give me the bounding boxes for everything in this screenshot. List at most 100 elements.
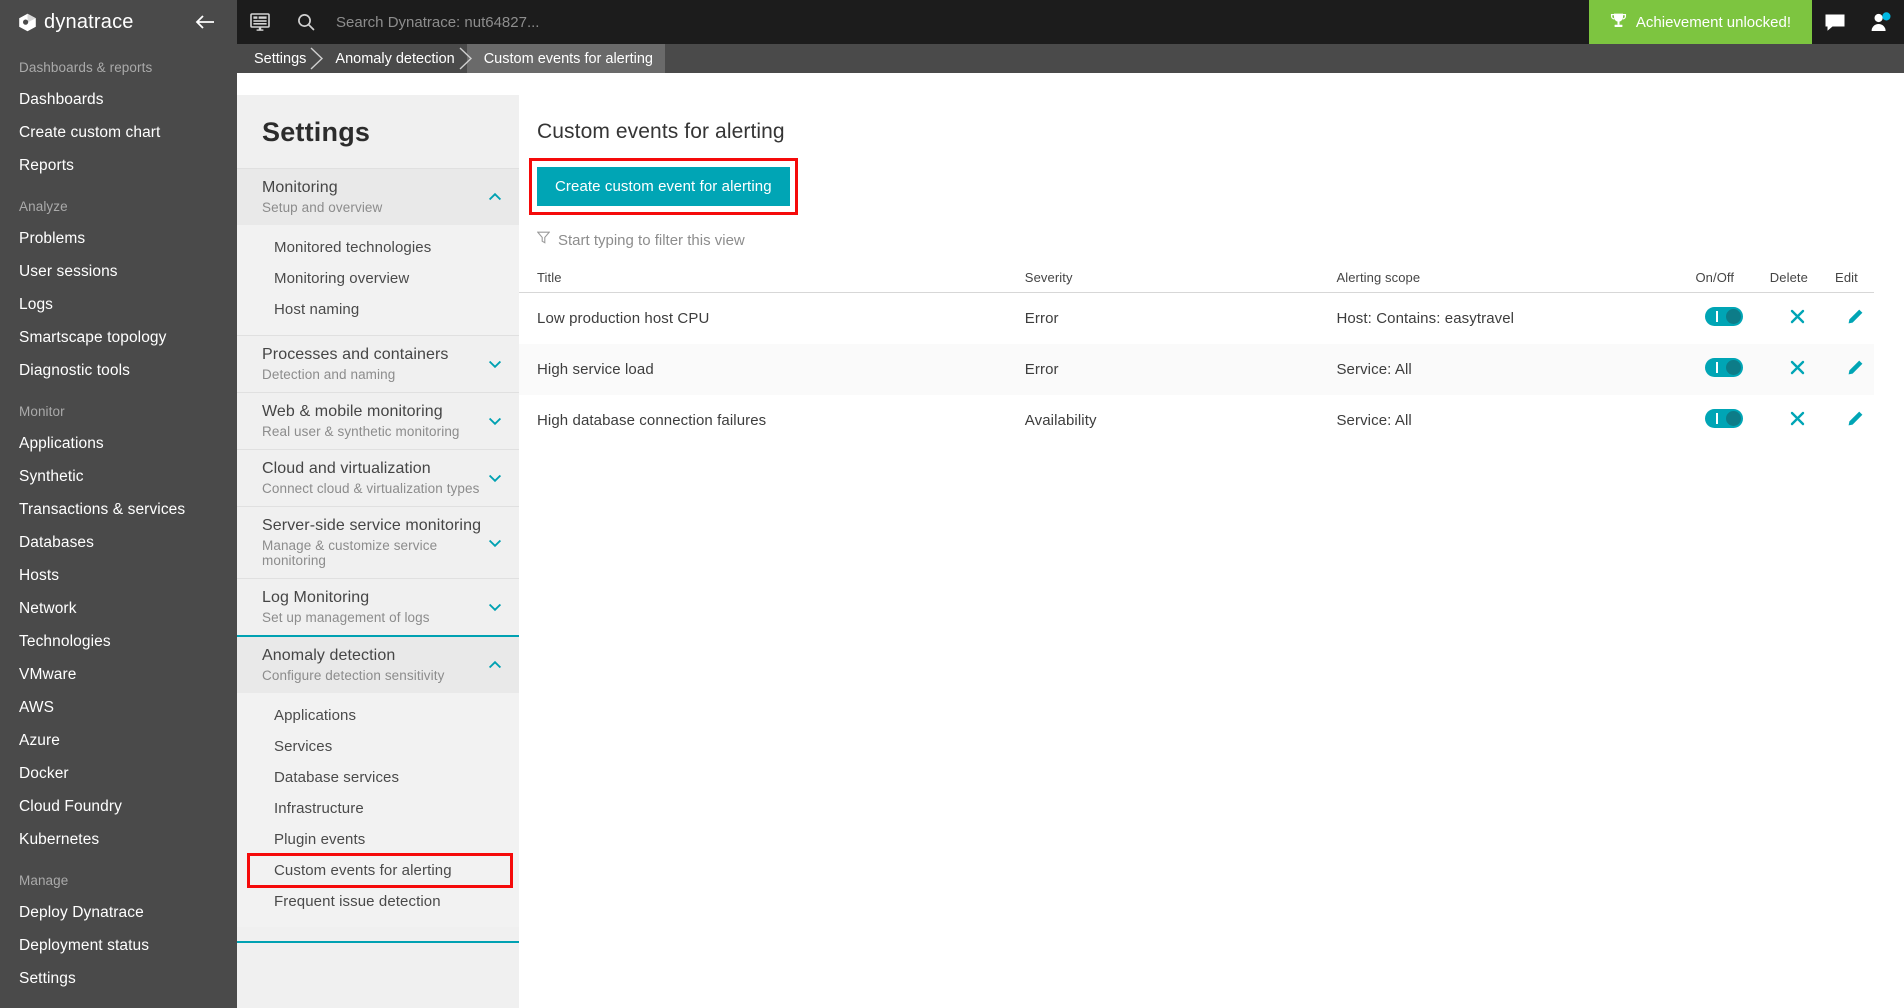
custom-events-table: Title Severity Alerting scope On/Off Del… [519,264,1874,446]
sidebar-item-docker[interactable]: Docker [0,758,237,791]
onoff-toggle[interactable] [1704,307,1743,326]
sidebar-item-deploy-dynatrace[interactable]: Deploy Dynatrace [0,897,237,930]
cell-severity: Availability [1024,412,1097,429]
settings-subitem-plugin-events[interactable]: Plugin events [237,824,519,855]
cell-severity: Error [1006,344,1319,395]
brand-header: dynatrace [0,0,237,44]
sidebar-item-azure[interactable]: Azure [0,725,237,758]
trophy-icon [1610,12,1627,33]
column-header-onoff[interactable]: On/Off [1670,264,1759,293]
column-header-title[interactable]: Title [519,264,1007,293]
sidebar-item-user-sessions[interactable]: User sessions [0,256,237,289]
column-header-alerting-scope[interactable]: Alerting scope [1318,264,1671,293]
sidebar-item-dashboards[interactable]: Dashboards [0,84,237,117]
settings-section-log-monitoring[interactable]: Log Monitoring Set up management of logs [237,578,519,635]
chevron-down-icon[interactable] [487,356,503,372]
close-x-icon[interactable] [1789,410,1806,427]
nav-group-label-dashboards-reports: Dashboards & reports [19,60,153,75]
sidebar-item-network[interactable]: Network [0,593,237,626]
table-row[interactable]: High database connection failures Availab… [519,395,1874,446]
search-icon[interactable] [283,0,329,44]
sidebar-item-synthetic[interactable]: Synthetic [0,461,237,494]
settings-subitem-infrastructure[interactable]: Infrastructure [237,793,519,824]
dashboard-grid-icon[interactable] [237,0,283,44]
close-x-icon[interactable] [1789,359,1806,376]
column-header-edit[interactable]: Edit [1818,264,1874,293]
settings-subitem-custom-events-for-alerting[interactable]: Custom events for alerting [247,853,513,888]
settings-section-server-side-service-monitoring[interactable]: Server-side service monitoring Manage & c… [237,506,519,578]
sidebar-item-problems[interactable]: Problems [0,223,237,256]
chevron-down-icon[interactable] [487,470,503,486]
sidebar-item-hosts[interactable]: Hosts [0,560,237,593]
sidebar-item-technologies[interactable]: Technologies [0,626,237,659]
filter-funnel-icon [536,231,551,249]
sidebar-item-deployment-status[interactable]: Deployment status [0,930,237,963]
column-header-severity[interactable]: Severity [1006,264,1319,293]
settings-section-title: Anomaly detection [262,647,396,664]
chevron-down-icon[interactable] [487,599,503,615]
settings-subitem-services[interactable]: Services [237,731,519,762]
sidebar-item-applications[interactable]: Applications [0,428,237,461]
sidebar-item-settings[interactable]: Settings [0,963,237,996]
nav-group-label-analyze: Analyze [19,199,68,214]
table-row[interactable]: Low production host CPU Error Host: Contai… [519,293,1874,345]
settings-subitem-monitoring-overview[interactable]: Monitoring overview [237,263,519,294]
settings-section-group: Processes and containers Detection and na… [237,335,519,392]
chevron-down-icon[interactable] [487,413,503,429]
pencil-icon[interactable] [1847,359,1864,376]
settings-subitem-applications[interactable]: Applications [237,700,519,731]
chevron-up-icon[interactable] [487,189,503,205]
sidebar-item-reports[interactable]: Reports [0,150,237,183]
toggle-knob [1725,360,1741,375]
filter-input[interactable] [558,231,978,249]
chat-bubble-icon[interactable] [1812,0,1858,44]
top-bar: Achievement unlocked! [237,0,1904,44]
close-x-icon[interactable] [1789,308,1806,325]
arrow-left-icon[interactable] [195,12,215,32]
sidebar-item-vmware[interactable]: VMware [0,659,237,692]
chevron-down-icon[interactable] [487,535,503,551]
settings-subitem-host-naming[interactable]: Host naming [237,294,519,325]
settings-section-monitoring[interactable]: Monitoring Setup and overview [237,168,519,225]
sidebar-item-databases[interactable]: Databases [0,527,237,560]
sidebar-item-logs[interactable]: Logs [0,289,237,322]
breadcrumb-item-custom-events-for-alerting[interactable]: Custom events for alerting [466,44,665,73]
cell-edit [1819,395,1874,446]
settings-section-processes-and-containers[interactable]: Processes and containers Detection and na… [237,335,519,392]
settings-section-subtitle: Setup and overview [262,200,383,215]
settings-subitem-database-services[interactable]: Database services [237,762,519,793]
breadcrumb-label: Settings [254,50,307,67]
onoff-toggle[interactable] [1704,358,1743,377]
settings-section-subtitle: Configure detection sensitivity [262,668,445,683]
pencil-icon[interactable] [1847,308,1864,325]
breadcrumb-item-anomaly-detection[interactable]: Anomaly detection [318,44,472,73]
sidebar-item-aws[interactable]: AWS [0,692,237,725]
search-bar[interactable] [283,0,1589,44]
column-header-delete[interactable]: Delete [1758,264,1819,293]
sidebar-item-cloud-foundry[interactable]: Cloud Foundry [0,791,237,824]
sidebar-item-kubernetes[interactable]: Kubernetes [0,824,237,857]
sidebar-item-smartscape-topology[interactable]: Smartscape topology [0,322,237,355]
sidebar-item-transactions-services[interactable]: Transactions & services [0,494,237,527]
pencil-icon[interactable] [1847,410,1864,427]
create-custom-event-button[interactable]: Create custom event for alerting [537,167,790,206]
settings-subitem-frequent-issue-detection[interactable]: Frequent issue detection [237,886,519,917]
user-avatar-icon[interactable] [1858,0,1904,44]
achievement-banner[interactable]: Achievement unlocked! [1588,0,1812,44]
settings-section-web-mobile-monitoring[interactable]: Web & mobile monitoring Real user & synth… [237,392,519,449]
settings-section-cloud-and-virtualization[interactable]: Cloud and virtualization Connect cloud & … [237,449,519,506]
settings-subitem-monitored-technologies[interactable]: Monitored technologies [237,232,519,263]
settings-section-anomaly-detection[interactable]: Anomaly detection Configure detection sen… [237,635,519,693]
filter-row[interactable] [536,231,1874,249]
breadcrumb-item-settings[interactable]: Settings [237,44,324,73]
onoff-toggle[interactable] [1704,409,1743,428]
table-row[interactable]: High service load Error Service: All [519,344,1874,395]
chevron-up-icon[interactable] [487,657,503,673]
sidebar-item-create-custom-chart[interactable]: Create custom chart [0,117,237,150]
settings-section-accent-divider [237,941,519,943]
sidebar-item-diagnostic-tools[interactable]: Diagnostic tools [0,355,237,388]
cell-title: High service load [519,344,1007,395]
cell-severity: Error [1024,310,1059,327]
search-input[interactable] [329,13,929,31]
cell-alerting-scope: Service: All [1336,412,1412,429]
